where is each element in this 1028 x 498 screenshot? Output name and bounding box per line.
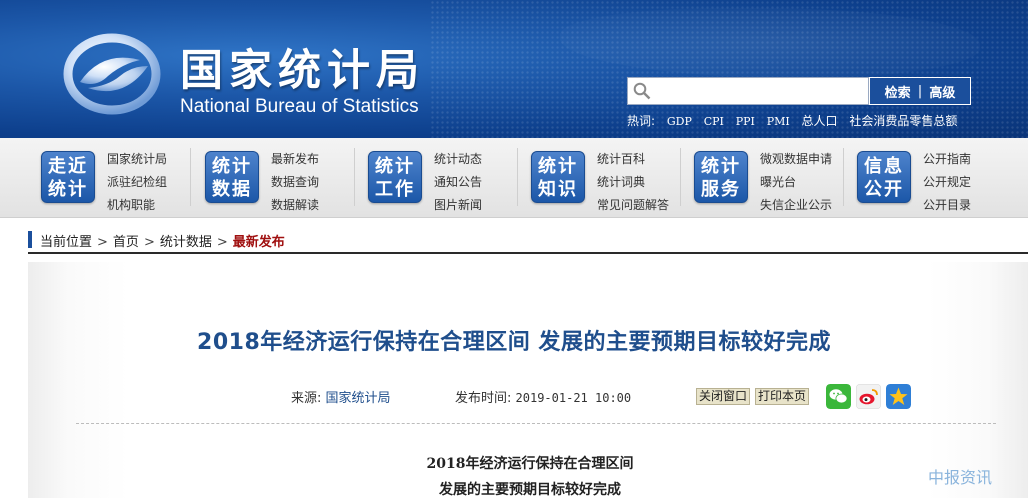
site-title-en[interactable]: National Bureau of Statistics (180, 96, 419, 118)
article-subtitle-line1: 2018年经济运行保持在合理区间 (426, 456, 634, 472)
nav-link[interactable]: 统计动态 (434, 148, 482, 171)
nav-divider (843, 148, 844, 206)
nav-link[interactable]: 数据查询 (271, 171, 319, 194)
nav-badge-data[interactable]: 统计 数据 (205, 151, 259, 203)
nav-badge-disclosure[interactable]: 信息 公开 (857, 151, 911, 203)
nav-divider (680, 148, 681, 206)
nav-link[interactable]: 微观数据申请 (760, 148, 832, 171)
breadcrumb-marker (28, 231, 32, 248)
weibo-share-icon[interactable] (856, 384, 881, 409)
nav-link[interactable]: 曝光台 (760, 171, 832, 194)
hot-keyword[interactable]: PMI (767, 115, 790, 128)
site-title-cn[interactable]: 国家统计局 (180, 36, 425, 98)
nav-link[interactable]: 统计词典 (597, 171, 669, 194)
nav-divider (517, 148, 518, 206)
source-link[interactable]: 国家统计局 (326, 391, 391, 406)
wechat-share-icon[interactable] (826, 384, 851, 409)
breadcrumb: 当前位置 > 首页 > 统计数据 > 最新发布 (28, 228, 1028, 254)
search-button-group: 检索 | 高级 (869, 77, 971, 105)
source-label: 来源: (291, 391, 322, 406)
nav-badge-about[interactable]: 走近 统计 (41, 151, 95, 203)
search-button[interactable]: 检索 (878, 82, 918, 101)
nbs-logo-icon[interactable] (62, 30, 168, 116)
nav-link[interactable]: 最新发布 (271, 148, 319, 171)
search-icon (633, 82, 651, 100)
hot-keyword[interactable]: PPI (736, 115, 755, 128)
nav-badge-service[interactable]: 统计 服务 (694, 151, 748, 203)
breadcrumb-data[interactable]: 统计数据 (160, 235, 212, 250)
article-subtitle-line2: 发展的主要预期目标较好完成 (439, 482, 621, 498)
date-value: 2019-01-21 10:00 (515, 391, 632, 405)
nav-link[interactable]: 国家统计局 (107, 148, 167, 171)
article-title: 2018年经济运行保持在合理区间 发展的主要预期目标较好完成 (197, 330, 831, 355)
print-page-button[interactable]: 打印本页 (755, 388, 810, 405)
qzone-share-icon[interactable] (886, 384, 911, 409)
article-date: 发布时间: 2019-01-21 10:00 (455, 387, 631, 406)
nav-link[interactable]: 常见问题解答 (597, 194, 669, 217)
breadcrumb-home[interactable]: 首页 (113, 235, 139, 250)
nav-badge-work[interactable]: 统计 工作 (368, 151, 422, 203)
chevron-right-icon: > (143, 235, 155, 250)
nav-link[interactable]: 通知公告 (434, 171, 482, 194)
hot-keyword[interactable]: GDP (667, 115, 692, 128)
hot-keyword[interactable]: 总人口 (802, 114, 838, 128)
hot-keyword[interactable]: 社会消费品零售总额 (849, 114, 957, 128)
nav-link[interactable]: 数据解读 (271, 194, 319, 217)
close-window-button[interactable]: 关闭窗口 (696, 388, 751, 405)
nav-link[interactable]: 机构职能 (107, 194, 167, 217)
hot-keywords: 热词: GDP CPI PPI PMI 总人口 社会消费品零售总额 (627, 112, 957, 129)
nav-link[interactable]: 公开指南 (923, 148, 971, 171)
main-nav: 走近 统计 国家统计局 派驻纪检组 机构职能 统计 数据 最新发布 数据查询 数据解… (0, 138, 1028, 218)
nav-link[interactable]: 公开目录 (923, 194, 971, 217)
nav-link[interactable]: 派驻纪检组 (107, 171, 167, 194)
breadcrumb-current[interactable]: 最新发布 (233, 235, 285, 250)
watermark: 中报资讯 (928, 468, 993, 487)
nav-link[interactable]: 公开规定 (923, 171, 971, 194)
article-source: 来源: 国家统计局 (291, 387, 391, 406)
hot-label: 热词: (627, 114, 656, 128)
nav-badge-knowledge[interactable]: 统计 知识 (531, 151, 585, 203)
search-box (627, 77, 869, 105)
breadcrumb-label: 当前位置 (40, 235, 93, 250)
chevron-right-icon: > (216, 235, 228, 250)
search-input[interactable] (656, 81, 861, 101)
hot-keyword[interactable]: CPI (704, 115, 724, 128)
nav-link[interactable]: 失信企业公示 (760, 194, 832, 217)
nav-divider (190, 148, 191, 206)
nav-divider (354, 148, 355, 206)
chevron-right-icon: > (97, 235, 108, 250)
article-divider (76, 423, 996, 424)
advanced-search-button[interactable]: 高级 (922, 82, 962, 101)
date-label: 发布时间: (455, 391, 512, 406)
nav-link[interactable]: 统计百科 (597, 148, 669, 171)
nav-link[interactable]: 图片新闻 (434, 194, 482, 217)
